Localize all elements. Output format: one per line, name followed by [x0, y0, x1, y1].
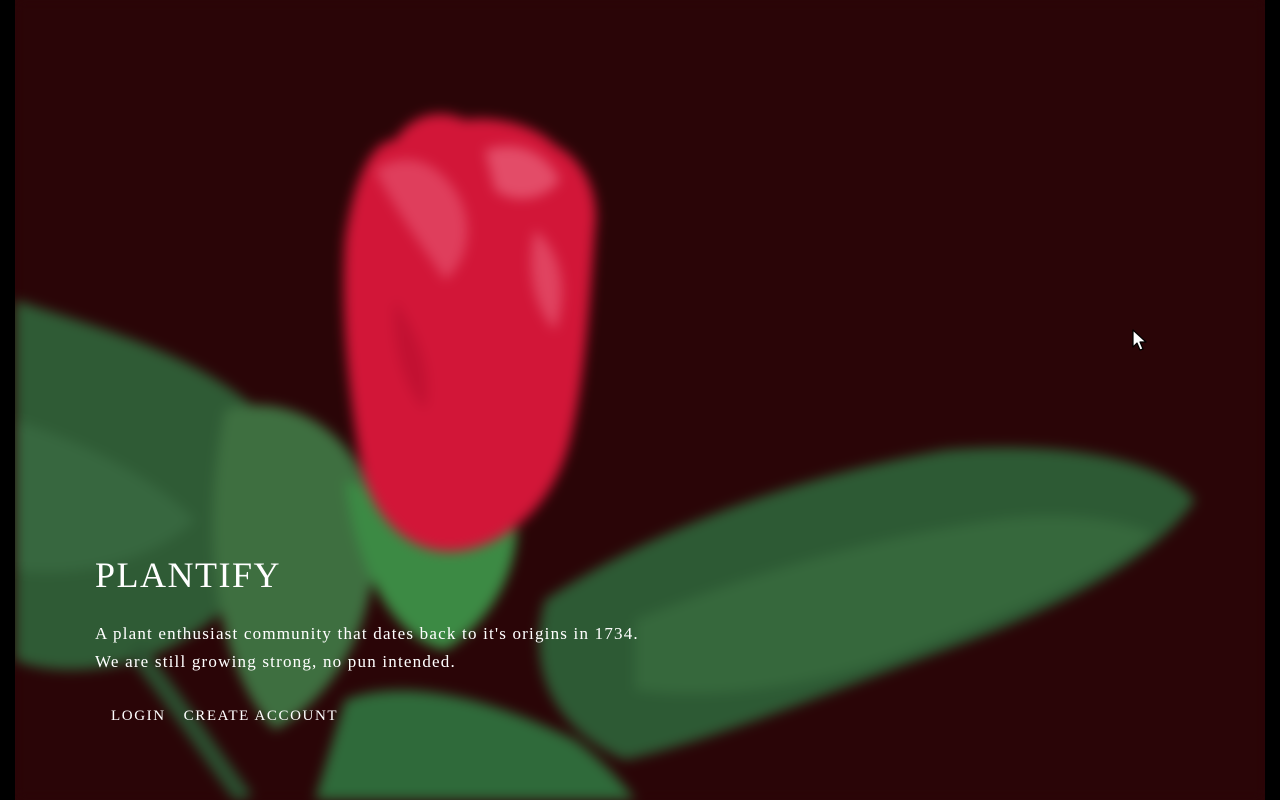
create-account-link[interactable]: CREATE ACCOUNT [184, 708, 339, 725]
auth-actions: LOGIN CREATE ACCOUNT [111, 708, 639, 725]
page-title: PLANTIFY [95, 555, 282, 595]
login-link[interactable]: LOGIN [111, 708, 166, 725]
hero-tagline: A plant enthusiast community that dates … [95, 620, 639, 676]
mouse-cursor-icon [1132, 329, 1147, 351]
hero-content: PLANTIFY A plant enthusiast community th… [95, 550, 639, 725]
tagline-line-2: We are still growing strong, no pun inte… [95, 652, 456, 671]
screen: PLANTIFY A plant enthusiast community th… [0, 0, 1280, 800]
hero-section: PLANTIFY A plant enthusiast community th… [15, 0, 1265, 800]
tagline-line-1: A plant enthusiast community that dates … [95, 624, 639, 643]
